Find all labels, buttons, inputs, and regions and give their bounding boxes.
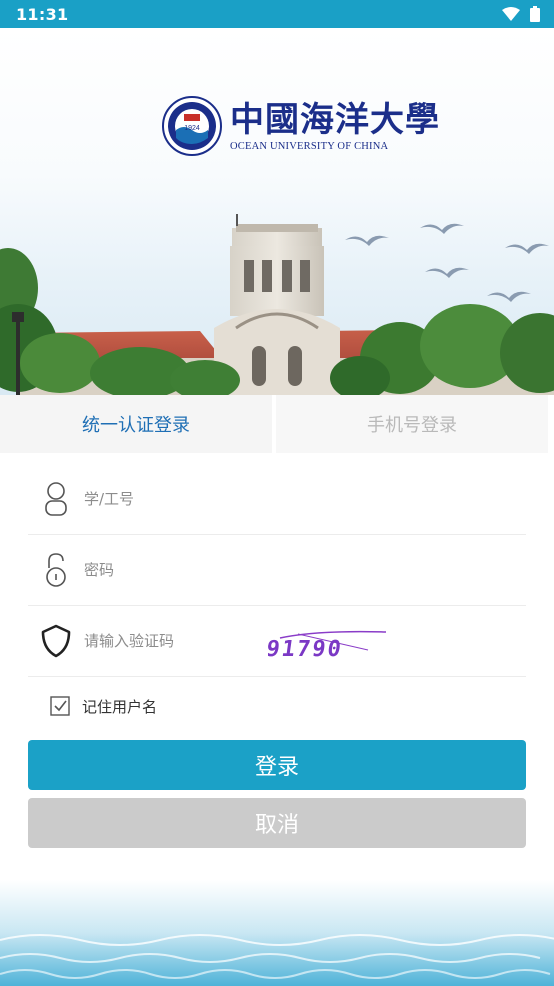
lock-icon — [46, 553, 66, 587]
tab-unified-auth-login[interactable]: 统一认证登录 — [0, 395, 272, 453]
status-bar: 11:31 — [0, 0, 554, 28]
battery-icon — [530, 6, 540, 22]
logo-chinese-name: 中國海洋大學 — [230, 100, 440, 140]
username-input[interactable] — [84, 484, 254, 514]
login-form: 91790 记住用户名 — [28, 464, 526, 716]
birds — [345, 223, 549, 302]
status-time: 11:31 — [16, 4, 69, 24]
user-icon — [45, 482, 67, 516]
remember-username[interactable]: 记住用户名 — [28, 686, 157, 726]
emblem-icon: 1924 — [162, 96, 222, 156]
shield-icon — [41, 624, 71, 658]
checkbox-icon[interactable] — [50, 696, 70, 716]
university-logo: 1924 中國海洋大學 OCEAN UNIVERSITY OF CHINA — [162, 96, 440, 156]
trees-left — [0, 248, 190, 395]
captcha-input[interactable] — [84, 626, 254, 656]
login-tabs: 统一认证登录 手机号登录 — [0, 395, 554, 453]
remember-label: 记住用户名 — [82, 697, 158, 716]
captcha-image[interactable]: 91790 — [268, 624, 388, 664]
hero-banner: 1924 中國海洋大學 OCEAN UNIVERSITY OF CHINA — [0, 28, 554, 395]
password-row — [28, 535, 526, 606]
logo-english-name: OCEAN UNIVERSITY OF CHINA — [230, 141, 389, 152]
cancel-button[interactable]: 取消 — [28, 798, 526, 848]
tower — [214, 214, 340, 395]
status-icons — [502, 6, 540, 22]
emblem-year: 1924 — [184, 125, 200, 132]
wifi-icon — [502, 7, 520, 21]
campus-scene — [0, 214, 554, 395]
login-button[interactable]: 登录 — [28, 740, 526, 790]
captcha-text: 91790 — [268, 636, 344, 662]
water-background — [0, 880, 554, 986]
username-row — [28, 464, 526, 535]
tab-phone-login[interactable]: 手机号登录 — [276, 395, 548, 453]
password-input[interactable] — [84, 555, 254, 585]
